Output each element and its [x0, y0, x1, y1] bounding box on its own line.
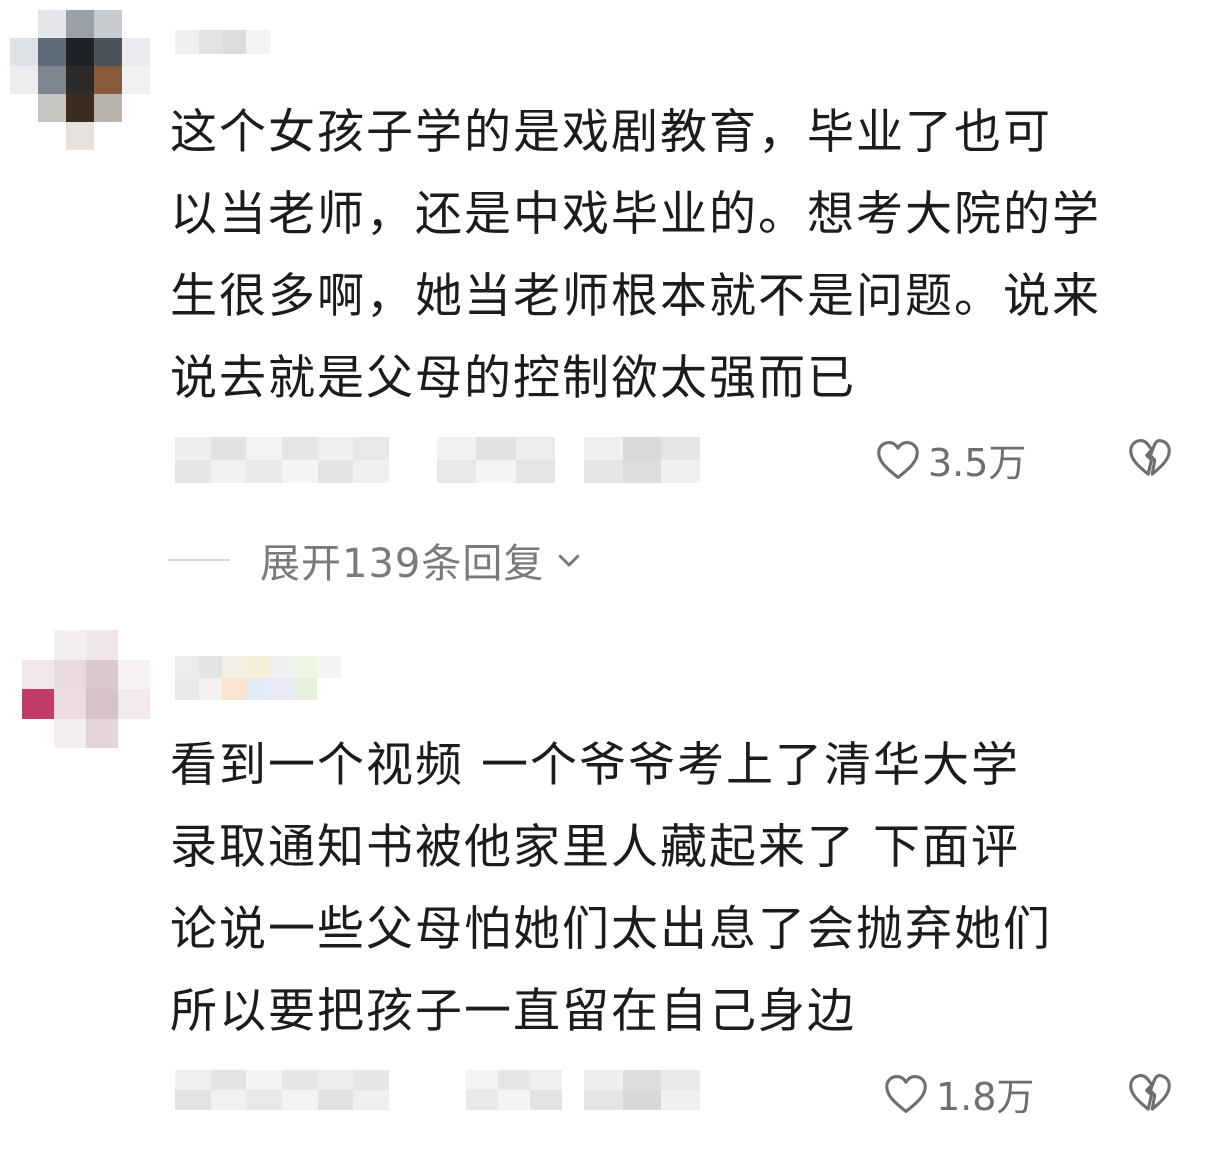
like-button[interactable]: 1.8万 — [884, 1066, 1034, 1121]
username[interactable] — [175, 30, 270, 54]
reply-button[interactable] — [584, 1070, 700, 1110]
avatar[interactable] — [22, 630, 150, 748]
broken-heart-icon — [1128, 1074, 1172, 1118]
like-button[interactable]: 3.5万 — [876, 432, 1026, 487]
comment-thread: 这个女孩子学的是戏剧教育，毕业了也可 以当老师，还是中戏毕业的。想考大院的学 生… — [0, 0, 1220, 1158]
heart-outline-icon — [876, 439, 920, 481]
comment-text: 这个女孩子学的是戏剧教育，毕业了也可 以当老师，还是中戏毕业的。想考大院的学 生… — [170, 105, 1101, 406]
comment-text: 看到一个视频 一个爷爷考上了清华大学 录取通知书被他家里人藏起来了 下面评 论说… — [170, 738, 1052, 1039]
broken-heart-icon — [1128, 439, 1172, 483]
username[interactable] — [175, 656, 341, 700]
comment-location — [437, 437, 555, 483]
dislike-button[interactable] — [1128, 437, 1172, 483]
dislike-button[interactable] — [1128, 1072, 1172, 1118]
comment-date — [175, 1070, 389, 1110]
chevron-down-icon — [554, 545, 584, 575]
avatar[interactable] — [10, 10, 150, 150]
like-count: 3.5万 — [928, 441, 1027, 485]
heart-outline-icon — [884, 1073, 928, 1115]
like-count: 1.8万 — [936, 1075, 1035, 1119]
comment-location — [466, 1070, 562, 1110]
expand-replies-label: 展开139条回复 — [260, 541, 545, 587]
reply-button[interactable] — [584, 437, 700, 483]
comment-date — [175, 437, 389, 483]
expand-replies-button[interactable]: 展开139条回复 — [168, 530, 584, 590]
divider-line — [168, 559, 230, 561]
